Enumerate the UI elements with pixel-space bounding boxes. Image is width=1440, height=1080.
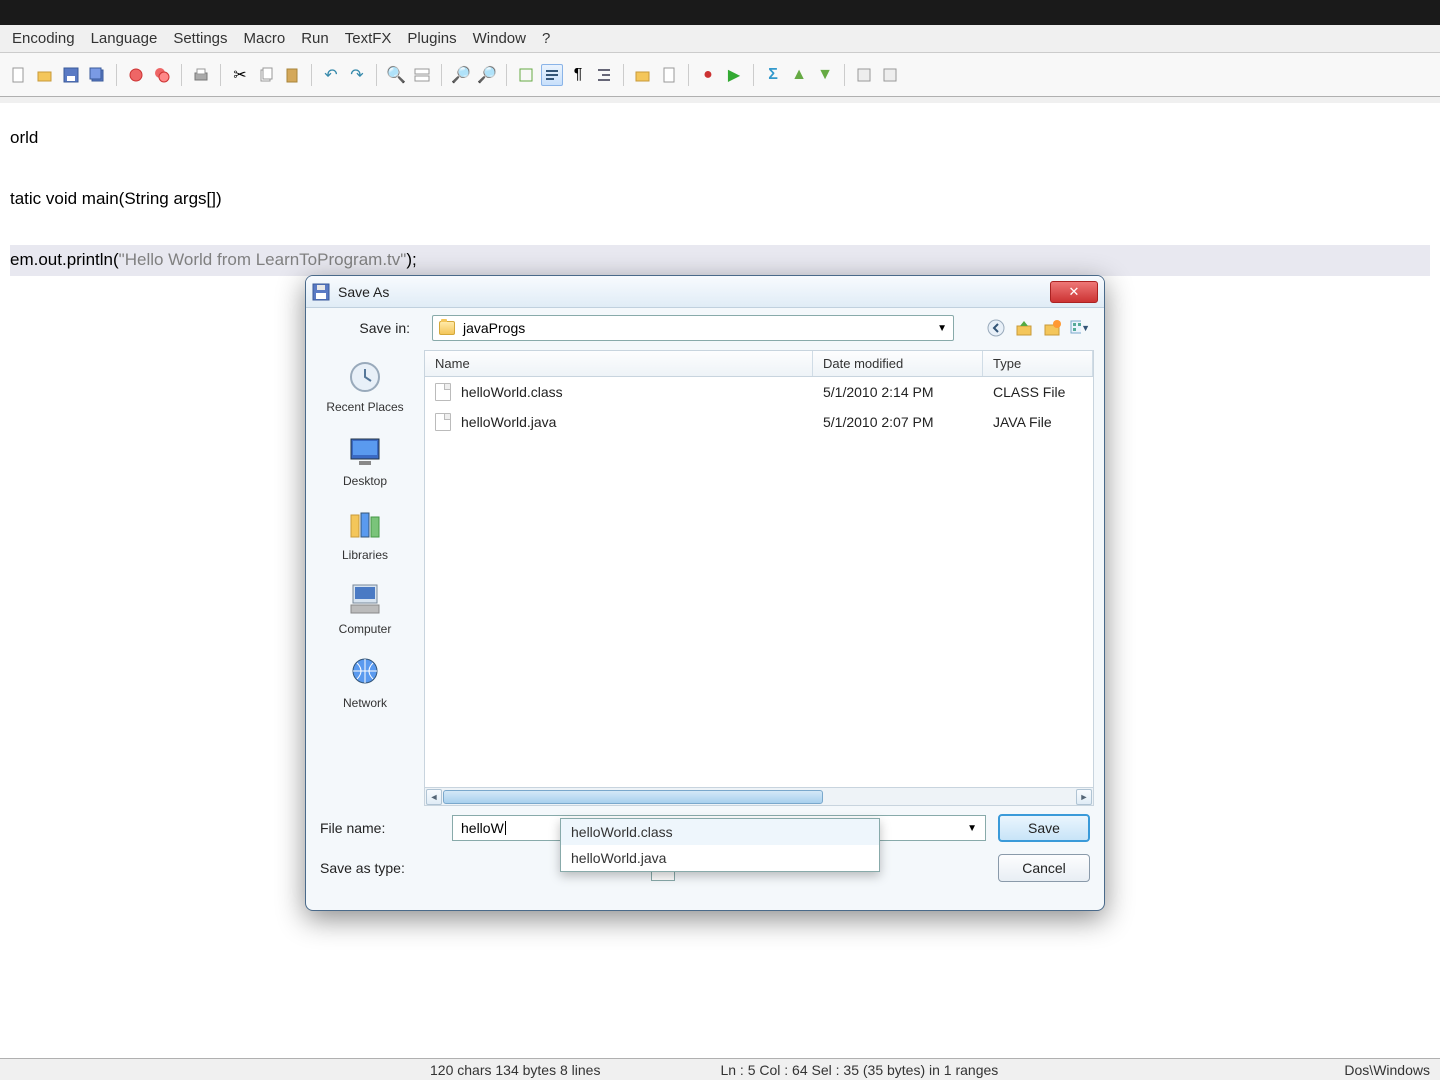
autocomplete-item[interactable]: helloWorld.class [561, 819, 879, 845]
place-computer[interactable]: Computer [310, 576, 420, 640]
tb-extra2-icon[interactable] [879, 64, 901, 86]
code-line-highlighted: em.out.println("Hello World from LearnTo… [10, 245, 1430, 276]
place-desktop[interactable]: Desktop [310, 428, 420, 492]
file-row[interactable]: helloWorld.class 5/1/2010 2:14 PM CLASS … [425, 377, 1093, 407]
libraries-icon [343, 506, 387, 544]
menu-settings[interactable]: Settings [167, 28, 233, 49]
nav-back-icon[interactable] [986, 318, 1006, 338]
scroll-right-icon[interactable]: ► [1076, 789, 1092, 805]
file-row[interactable]: helloWorld.java 5/1/2010 2:07 PM JAVA Fi… [425, 407, 1093, 437]
code-line: orld [10, 123, 1430, 154]
tb-save-icon[interactable] [60, 64, 82, 86]
tb-replace-icon[interactable] [411, 64, 433, 86]
tb-closeall-icon[interactable] [151, 64, 173, 86]
save-in-label: Save in: [320, 320, 420, 336]
code-line: tatic void main(String args[]) [10, 184, 1430, 215]
place-libraries[interactable]: Libraries [310, 502, 420, 566]
tb-open-icon[interactable] [34, 64, 56, 86]
nav-viewmenu-icon[interactable]: ▼ [1070, 318, 1090, 338]
cancel-button[interactable]: Cancel [998, 854, 1090, 882]
scroll-thumb[interactable] [443, 790, 823, 804]
tb-macro-rec-icon[interactable]: ● [697, 64, 719, 86]
tb-func2-icon[interactable]: ▲ [788, 64, 810, 86]
save-button[interactable]: Save [998, 814, 1090, 842]
column-name[interactable]: Name [425, 351, 813, 376]
menu-bar: Encoding Language Settings Macro Run Tex… [0, 25, 1440, 53]
filename-autocomplete: helloWorld.class helloWorld.java [560, 818, 880, 872]
column-date[interactable]: Date modified [813, 351, 983, 376]
title-bar-dark [0, 0, 1440, 25]
tb-copy-icon[interactable] [255, 64, 277, 86]
tb-wordwrap-icon[interactable] [541, 64, 563, 86]
tb-new-icon[interactable] [8, 64, 30, 86]
recent-places-icon [343, 358, 387, 396]
tb-func3-icon[interactable]: ▼ [814, 64, 836, 86]
menu-run[interactable]: Run [295, 28, 335, 49]
menu-help[interactable]: ? [536, 28, 556, 49]
tb-func1-icon[interactable]: Σ [762, 64, 784, 86]
desktop-icon [343, 432, 387, 470]
chevron-down-icon: ▼ [937, 323, 947, 334]
nav-up-icon[interactable] [1014, 318, 1034, 338]
status-eol: Dos\Windows [1344, 1062, 1430, 1078]
filename-label: File name: [320, 820, 440, 836]
tb-indent-icon[interactable] [593, 64, 615, 86]
tb-zoomin-icon[interactable]: 🔎 [450, 64, 472, 86]
menu-encoding[interactable]: Encoding [6, 28, 81, 49]
status-bar: 120 chars 134 bytes 8 lines Ln : 5 Col :… [0, 1058, 1440, 1080]
dialog-title: Save As [338, 284, 1050, 300]
file-list-header: Name Date modified Type [425, 351, 1093, 377]
dialog-title-bar[interactable]: Save As ✕ [306, 276, 1104, 308]
tb-macro-play-icon[interactable]: ▶ [723, 64, 745, 86]
tb-allchars-icon[interactable]: ¶ [567, 64, 589, 86]
tb-close-icon[interactable] [125, 64, 147, 86]
menu-language[interactable]: Language [85, 28, 164, 49]
computer-icon [343, 580, 387, 618]
folder-icon [439, 321, 455, 335]
tb-print-icon[interactable] [190, 64, 212, 86]
save-in-value: javaProgs [463, 320, 525, 336]
place-network[interactable]: Network [310, 650, 420, 714]
tb-redo-icon[interactable]: ↷ [346, 64, 368, 86]
tb-zoomout-icon[interactable]: 🔎 [476, 64, 498, 86]
places-bar: Recent Places Desktop Libraries Computer… [306, 348, 424, 808]
scroll-left-icon[interactable]: ◄ [426, 789, 442, 805]
tb-doc-icon[interactable] [658, 64, 680, 86]
tb-paste-icon[interactable] [281, 64, 303, 86]
column-type[interactable]: Type [983, 351, 1093, 376]
file-list: Name Date modified Type helloWorld.class… [424, 350, 1094, 806]
horizontal-scrollbar[interactable]: ◄ ► [425, 787, 1093, 805]
chevron-down-icon[interactable]: ▼ [967, 823, 977, 834]
autocomplete-item[interactable]: helloWorld.java [561, 845, 879, 871]
file-icon [435, 383, 451, 401]
menu-window[interactable]: Window [467, 28, 532, 49]
toolbar: ✂ ↶ ↷ 🔍 🔎 🔎 ¶ ● ▶ Σ ▲ ▼ [0, 53, 1440, 97]
menu-macro[interactable]: Macro [238, 28, 292, 49]
save-in-combo[interactable]: javaProgs ▼ [432, 315, 954, 341]
nav-newfolder-icon[interactable] [1042, 318, 1062, 338]
menu-textfx[interactable]: TextFX [339, 28, 398, 49]
file-icon [435, 413, 451, 431]
save-icon [312, 283, 330, 301]
tb-sync-icon[interactable] [515, 64, 537, 86]
close-button[interactable]: ✕ [1050, 281, 1098, 303]
tb-find-icon[interactable]: 🔍 [385, 64, 407, 86]
status-length: 120 chars 134 bytes 8 lines [430, 1062, 600, 1078]
tb-undo-icon[interactable]: ↶ [320, 64, 342, 86]
save-as-dialog: Save As ✕ Save in: javaProgs ▼ ▼ Recent … [305, 275, 1105, 911]
tb-folder-icon[interactable] [632, 64, 654, 86]
network-icon [343, 654, 387, 692]
tb-saveall-icon[interactable] [86, 64, 108, 86]
tb-extra1-icon[interactable] [853, 64, 875, 86]
menu-plugins[interactable]: Plugins [401, 28, 462, 49]
status-position: Ln : 5 Col : 64 Sel : 35 (35 bytes) in 1… [720, 1062, 998, 1078]
tb-cut-icon[interactable]: ✂ [229, 64, 251, 86]
place-recent[interactable]: Recent Places [310, 354, 420, 418]
saveastype-label: Save as type: [320, 860, 440, 876]
